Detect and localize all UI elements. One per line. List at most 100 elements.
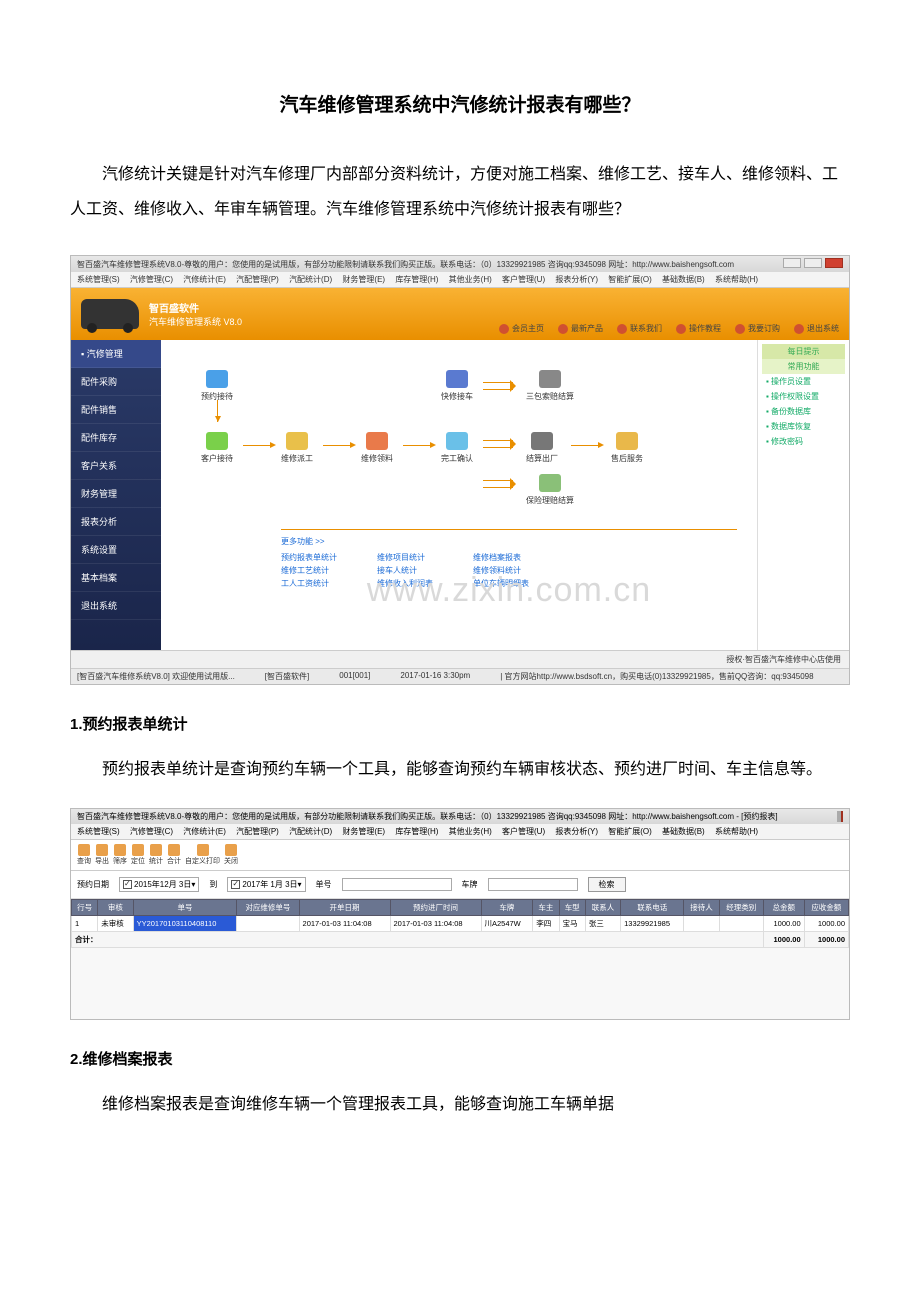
- th[interactable]: 行号: [72, 899, 98, 915]
- menu-item[interactable]: 汽修统计(E): [183, 827, 226, 836]
- quicklink[interactable]: 预约报表单统计: [281, 551, 337, 564]
- date-to[interactable]: 2017年 1月 3日 ▾: [227, 877, 305, 892]
- checkbox-icon[interactable]: [123, 880, 132, 889]
- tb-print[interactable]: 自定义打印: [185, 844, 220, 866]
- menu-item[interactable]: 汽修管理(C): [130, 275, 173, 284]
- toolbar-products[interactable]: 最新产品: [558, 323, 603, 334]
- th[interactable]: 联系电话: [621, 899, 684, 915]
- menu-item[interactable]: 财务管理(E): [342, 827, 385, 836]
- th[interactable]: 对应维修单号: [237, 899, 299, 915]
- flow-aftersale[interactable]: 售后服务: [611, 432, 643, 464]
- th[interactable]: 车主: [533, 899, 559, 915]
- flow-dispatch[interactable]: 维修派工: [281, 432, 313, 464]
- calendar-icon: [206, 370, 228, 388]
- tips-item[interactable]: ▪ 操作员设置: [762, 374, 845, 389]
- tips-item[interactable]: ▪ 操作权限设置: [762, 389, 845, 404]
- menu-item[interactable]: 智能扩展(O): [608, 827, 652, 836]
- tips-item[interactable]: ▪ 修改密码: [762, 434, 845, 449]
- menu-item[interactable]: 系统管理(S): [77, 827, 120, 836]
- th[interactable]: 车型: [559, 899, 585, 915]
- menu-item[interactable]: 汽配统计(D): [289, 827, 332, 836]
- th[interactable]: 审核: [98, 899, 133, 915]
- sidebar-item-sales[interactable]: 配件销售: [71, 396, 161, 424]
- flow-insurance[interactable]: 保险理赔结算: [526, 474, 574, 506]
- sidebar-item-archive[interactable]: 基本档案: [71, 564, 161, 592]
- th[interactable]: 接待人: [684, 899, 719, 915]
- tips-item[interactable]: ▪ 备份数据库: [762, 404, 845, 419]
- menu-item[interactable]: 汽配统计(D): [289, 275, 332, 284]
- toolbar-exit[interactable]: 退出系统: [794, 323, 839, 334]
- th[interactable]: 车牌: [481, 899, 533, 915]
- tb-stats[interactable]: 统计: [149, 844, 163, 866]
- menu-item[interactable]: 其他业务(H): [449, 827, 492, 836]
- sidebar-item-stock[interactable]: 配件库存: [71, 424, 161, 452]
- menu-item[interactable]: 客户管理(U): [502, 275, 545, 284]
- th[interactable]: 预约进厂时间: [390, 899, 481, 915]
- tb-filter[interactable]: 筛序: [113, 844, 127, 866]
- menu-item[interactable]: 报表分析(Y): [555, 827, 598, 836]
- th[interactable]: 联系人: [585, 899, 620, 915]
- menu-item[interactable]: 基础数据(B): [662, 275, 705, 284]
- th[interactable]: 单号: [133, 899, 237, 915]
- menu-item[interactable]: 报表分析(Y): [555, 275, 598, 284]
- search-button[interactable]: 检索: [588, 877, 626, 892]
- toolbar-contact[interactable]: 联系我们: [617, 323, 662, 334]
- quicklink[interactable]: 维修项目统计: [377, 551, 433, 564]
- date-from[interactable]: 2015年12月 3日 ▾: [119, 877, 199, 892]
- sidebar-item-crm[interactable]: 客户关系: [71, 452, 161, 480]
- tb-locate[interactable]: 定位: [131, 844, 145, 866]
- menu-item[interactable]: 系统帮助(H): [715, 275, 758, 284]
- filter-icon: [114, 844, 126, 856]
- menu-item[interactable]: 智能扩展(O): [608, 275, 652, 284]
- menu-item[interactable]: 库存管理(H): [395, 827, 438, 836]
- menu-item[interactable]: 系统管理(S): [77, 275, 120, 284]
- tips-item[interactable]: ▪ 数据库恢复: [762, 419, 845, 434]
- menu-item[interactable]: 系统帮助(H): [715, 827, 758, 836]
- tb-close[interactable]: 关闭: [224, 844, 238, 866]
- flow-reservation[interactable]: 预约接待: [201, 370, 233, 402]
- toolbar-tutorial[interactable]: 操作教程: [676, 323, 721, 334]
- sidebar-item-repair[interactable]: ▪ 汽修管理: [71, 340, 161, 368]
- sidebar-item-report[interactable]: 报表分析: [71, 508, 161, 536]
- checkbox-icon[interactable]: [231, 880, 240, 889]
- toolbar-home[interactable]: 会员主页: [499, 323, 544, 334]
- tb-export[interactable]: 导出: [95, 844, 109, 866]
- menu-item[interactable]: 财务管理(E): [342, 275, 385, 284]
- menu-item[interactable]: 汽修统计(E): [183, 275, 226, 284]
- menu-item[interactable]: 汽修管理(C): [130, 827, 173, 836]
- menu-item[interactable]: 汽配管理(P): [236, 827, 279, 836]
- menu-item[interactable]: 汽配管理(P): [236, 275, 279, 284]
- cell-plate: 川A2547W: [481, 915, 533, 931]
- menu-item[interactable]: 其他业务(H): [449, 275, 492, 284]
- sidebar-item-settings[interactable]: 系统设置: [71, 536, 161, 564]
- bill-input[interactable]: [342, 878, 452, 891]
- th[interactable]: 经理类别: [719, 899, 763, 915]
- plate-input[interactable]: [488, 878, 578, 891]
- flow-warranty[interactable]: 三包索赔结算: [526, 370, 574, 402]
- toolbar-order[interactable]: 我要订购: [735, 323, 780, 334]
- sidebar-item-finance[interactable]: 财务管理: [71, 480, 161, 508]
- flow-finish[interactable]: 完工确认: [441, 432, 473, 464]
- th[interactable]: 应收金额: [804, 899, 848, 915]
- tb-query[interactable]: 查询: [77, 844, 91, 866]
- tb-sum[interactable]: 合计: [167, 844, 181, 866]
- menu-item[interactable]: 库存管理(H): [395, 275, 438, 284]
- cell-open: 2017-01-03 11:04:08: [299, 915, 390, 931]
- quicklink[interactable]: 维修档案报表: [473, 551, 529, 564]
- minimize-icon[interactable]: [783, 258, 801, 268]
- close-icon[interactable]: [841, 811, 843, 822]
- more-link[interactable]: 更多功能 >>: [281, 536, 737, 547]
- maximize-icon[interactable]: [804, 258, 822, 268]
- th[interactable]: 总金额: [763, 899, 804, 915]
- flow-reception[interactable]: 客户接待: [201, 432, 233, 464]
- flow-material[interactable]: 维修领料: [361, 432, 393, 464]
- table-row[interactable]: 1 未审核 YY20170103110408110 2017-01-03 11:…: [72, 915, 849, 931]
- sidebar-item-purchase[interactable]: 配件采购: [71, 368, 161, 396]
- th[interactable]: 开单日期: [299, 899, 390, 915]
- flow-settle[interactable]: 结算出厂: [526, 432, 558, 464]
- menu-item[interactable]: 基础数据(B): [662, 827, 705, 836]
- sidebar-item-exit[interactable]: 退出系统: [71, 592, 161, 620]
- close-icon[interactable]: [825, 258, 843, 268]
- flow-quick[interactable]: 快修接车: [441, 370, 473, 402]
- menu-item[interactable]: 客户管理(U): [502, 827, 545, 836]
